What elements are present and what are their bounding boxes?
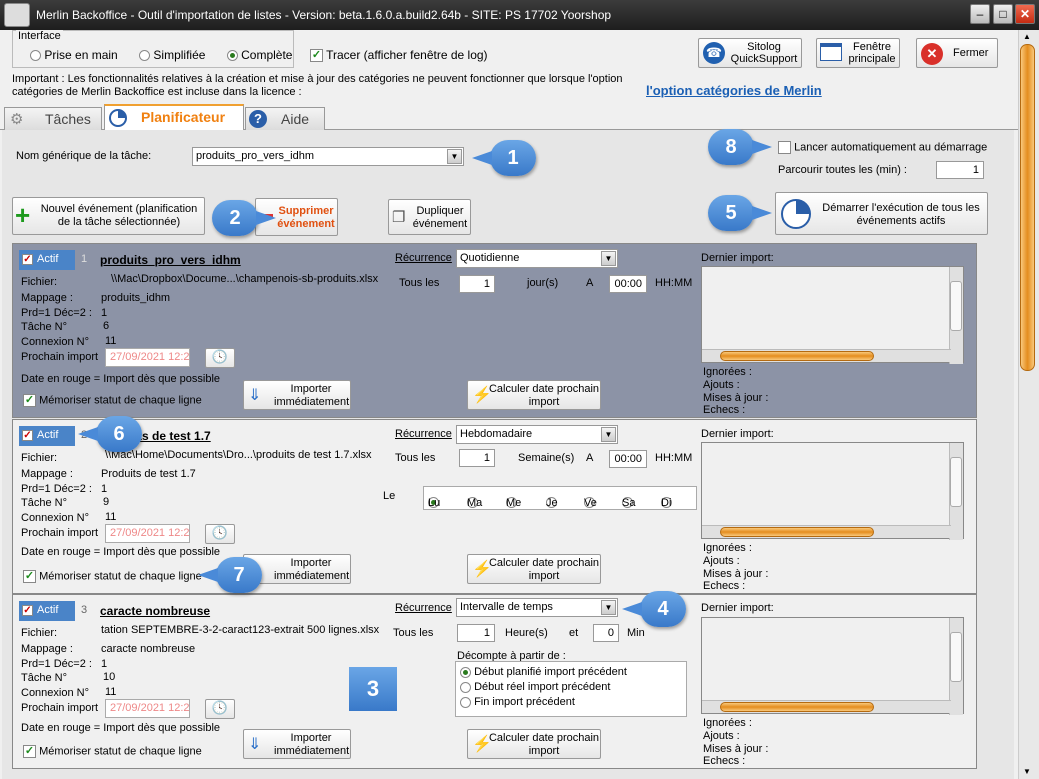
minimize-button[interactable]: – (970, 4, 990, 24)
license-notice: Important : Les fonctionnalités relative… (12, 73, 623, 98)
event-card-2: ✓Actif 2 Produits de test 1.7 Fichier: \… (12, 419, 977, 594)
radio-prise-en-main[interactable]: Prise en main (30, 48, 118, 62)
clock-icon (109, 109, 127, 127)
download-icon: ⇓ (248, 387, 262, 404)
every-input[interactable]: 1 (457, 624, 495, 642)
categories-link[interactable]: l'option catégories de Merlin (646, 83, 822, 98)
every-input[interactable]: 1 (459, 449, 495, 467)
gears-icon: ⚙ (10, 111, 24, 128)
calc-next-button[interactable]: ⚡ Calculer date prochain import (467, 554, 601, 584)
last-import-log[interactable] (701, 266, 964, 364)
reset-date-button[interactable]: 🕓 (205, 699, 235, 719)
last-import-log[interactable] (701, 442, 964, 540)
every-input[interactable]: 1 (459, 275, 495, 293)
help-icon: ? (249, 110, 267, 128)
memoriser-checkbox[interactable]: ✓ Mémoriser statut de chaque ligne (23, 745, 202, 758)
actif-checkbox[interactable]: ✓ Actif (19, 250, 75, 270)
reset-date-button[interactable]: 🕓 (205, 524, 235, 544)
event-file: \\Mac\Dropbox\Docume...\champenois-sb-pr… (111, 273, 379, 285)
time-input[interactable]: 00:00 (609, 275, 647, 293)
time-input[interactable]: 00:00 (609, 450, 647, 468)
callout-3: 3 (349, 667, 397, 711)
title-bar: Merlin Backoffice - Outil d'importation … (0, 0, 1039, 30)
last-import-log[interactable] (701, 617, 964, 715)
recurrence-select[interactable]: Intervalle de temps ▼ (456, 598, 618, 617)
weekday-selector[interactable]: Lu Ma Me Je Ve Sa Di (423, 486, 697, 510)
dropdown-arrow-icon: ▼ (447, 149, 462, 164)
import-now-button[interactable]: ⇓Importer immédiatement (243, 729, 351, 759)
app-logo-icon (4, 3, 30, 27)
tab-aide[interactable]: ? Aide (245, 107, 325, 130)
dropdown-arrow-icon: ▼ (601, 251, 616, 266)
plus-icon: + (15, 200, 31, 230)
tracer-checkbox[interactable]: ✓ Tracer (afficher fenêtre de log) (310, 48, 488, 63)
callout-8: 8 (708, 129, 772, 165)
window-icon (820, 43, 842, 61)
memoriser-checkbox[interactable]: ✓ Mémoriser statut de chaque ligne (23, 570, 202, 583)
radio-complete[interactable]: Complète (226, 48, 292, 62)
close-window-button[interactable]: ✕ (1015, 4, 1035, 24)
calc-next-button[interactable]: ⚡ Calculer date prochain import (467, 729, 601, 759)
next-import-date[interactable]: 27/09/2021 12:28 (105, 699, 190, 718)
callout-1: 1 (472, 140, 536, 176)
callout-7: 7 (198, 557, 262, 593)
radio-simplifiee[interactable]: Simplifiée (139, 48, 205, 62)
decompte-options[interactable]: Début planifié import précédent Début ré… (455, 661, 687, 717)
fenetre-principale-button[interactable]: Fenêtre principale (816, 38, 900, 68)
event-card-3: ✓ Actif 3 caracte nombreuse Fichier: tati… (12, 594, 977, 769)
checkbox-box (778, 141, 791, 154)
interface-options: Prise en main Simplifiée Complète (30, 48, 292, 62)
new-event-button[interactable]: + Nouvel événement (planification de la … (12, 197, 205, 235)
fermer-button[interactable]: ✕ Fermer (916, 38, 998, 68)
scroll-up-icon[interactable]: ▲ (1023, 32, 1031, 41)
callout-5: 5 (708, 195, 772, 231)
event-mapping: produits_idhm (101, 292, 171, 304)
maximize-button[interactable]: □ (993, 4, 1013, 24)
sitolog-button[interactable]: ☎ Sitolog QuickSupport (698, 38, 802, 68)
minutes-input[interactable]: 0 (593, 624, 619, 642)
task-select[interactable]: produits_pro_vers_idhm ▼ (192, 147, 464, 166)
autostart-checkbox[interactable]: Lancer automatiquement au démarrage (778, 141, 987, 154)
event-name: caracte nombreuse (100, 604, 211, 618)
tab-planificateur[interactable]: Planificateur (104, 104, 244, 130)
event-card-1: ✓ Actif 1 produits_pro_vers_idhm Fichier:… (12, 243, 977, 418)
interface-legend: Interface (16, 30, 63, 42)
check-icon: ✓ (310, 49, 323, 63)
reset-date-button[interactable]: 🕓 (205, 348, 235, 368)
interval-input[interactable]: 1 (936, 161, 984, 179)
callout-4: 4 (622, 591, 686, 627)
scroll-down-icon[interactable]: ▼ (1023, 767, 1031, 776)
scrollbar-thumb[interactable] (1020, 44, 1035, 371)
recurrence-select[interactable]: Hebdomadaire ▼ (456, 425, 618, 444)
duplicate-button[interactable]: ❐ Dupliquer événement (388, 199, 471, 235)
start-all-button[interactable]: Démarrer l'exécution de tous les événeme… (775, 192, 988, 235)
phone-icon: ☎ (703, 42, 725, 64)
clock-icon (781, 199, 811, 229)
callout-6: 6 (78, 416, 142, 452)
actif-checkbox[interactable]: ✓ Actif (19, 426, 75, 446)
memoriser-checkbox[interactable]: ✓ Mémoriser statut de chaque ligne (23, 394, 202, 407)
task-label: Nom générique de la tâche: (16, 150, 152, 162)
recurrence-select[interactable]: Quotidienne ▼ (456, 249, 618, 268)
next-import-date[interactable]: 27/09/2021 12:27 (105, 524, 190, 543)
duplicate-icon: ❐ (392, 209, 406, 226)
tab-taches[interactable]: ⚙ Tâches (4, 107, 102, 130)
callout-2: 2 (212, 200, 276, 236)
window-title: Merlin Backoffice - Outil d'importation … (36, 8, 612, 22)
event-name: produits_pro_vers_idhm (100, 253, 241, 267)
next-import-date[interactable]: 27/09/2021 12:27 (105, 348, 190, 367)
close-icon: ✕ (921, 43, 943, 65)
interval-label: Parcourir toutes les (min) : (778, 164, 907, 176)
actif-checkbox[interactable]: ✓ Actif (19, 601, 75, 621)
import-now-button[interactable]: ⇓Importer immédiatement (243, 380, 351, 410)
calc-next-button[interactable]: ⚡ Calculer date prochain import (467, 380, 601, 410)
